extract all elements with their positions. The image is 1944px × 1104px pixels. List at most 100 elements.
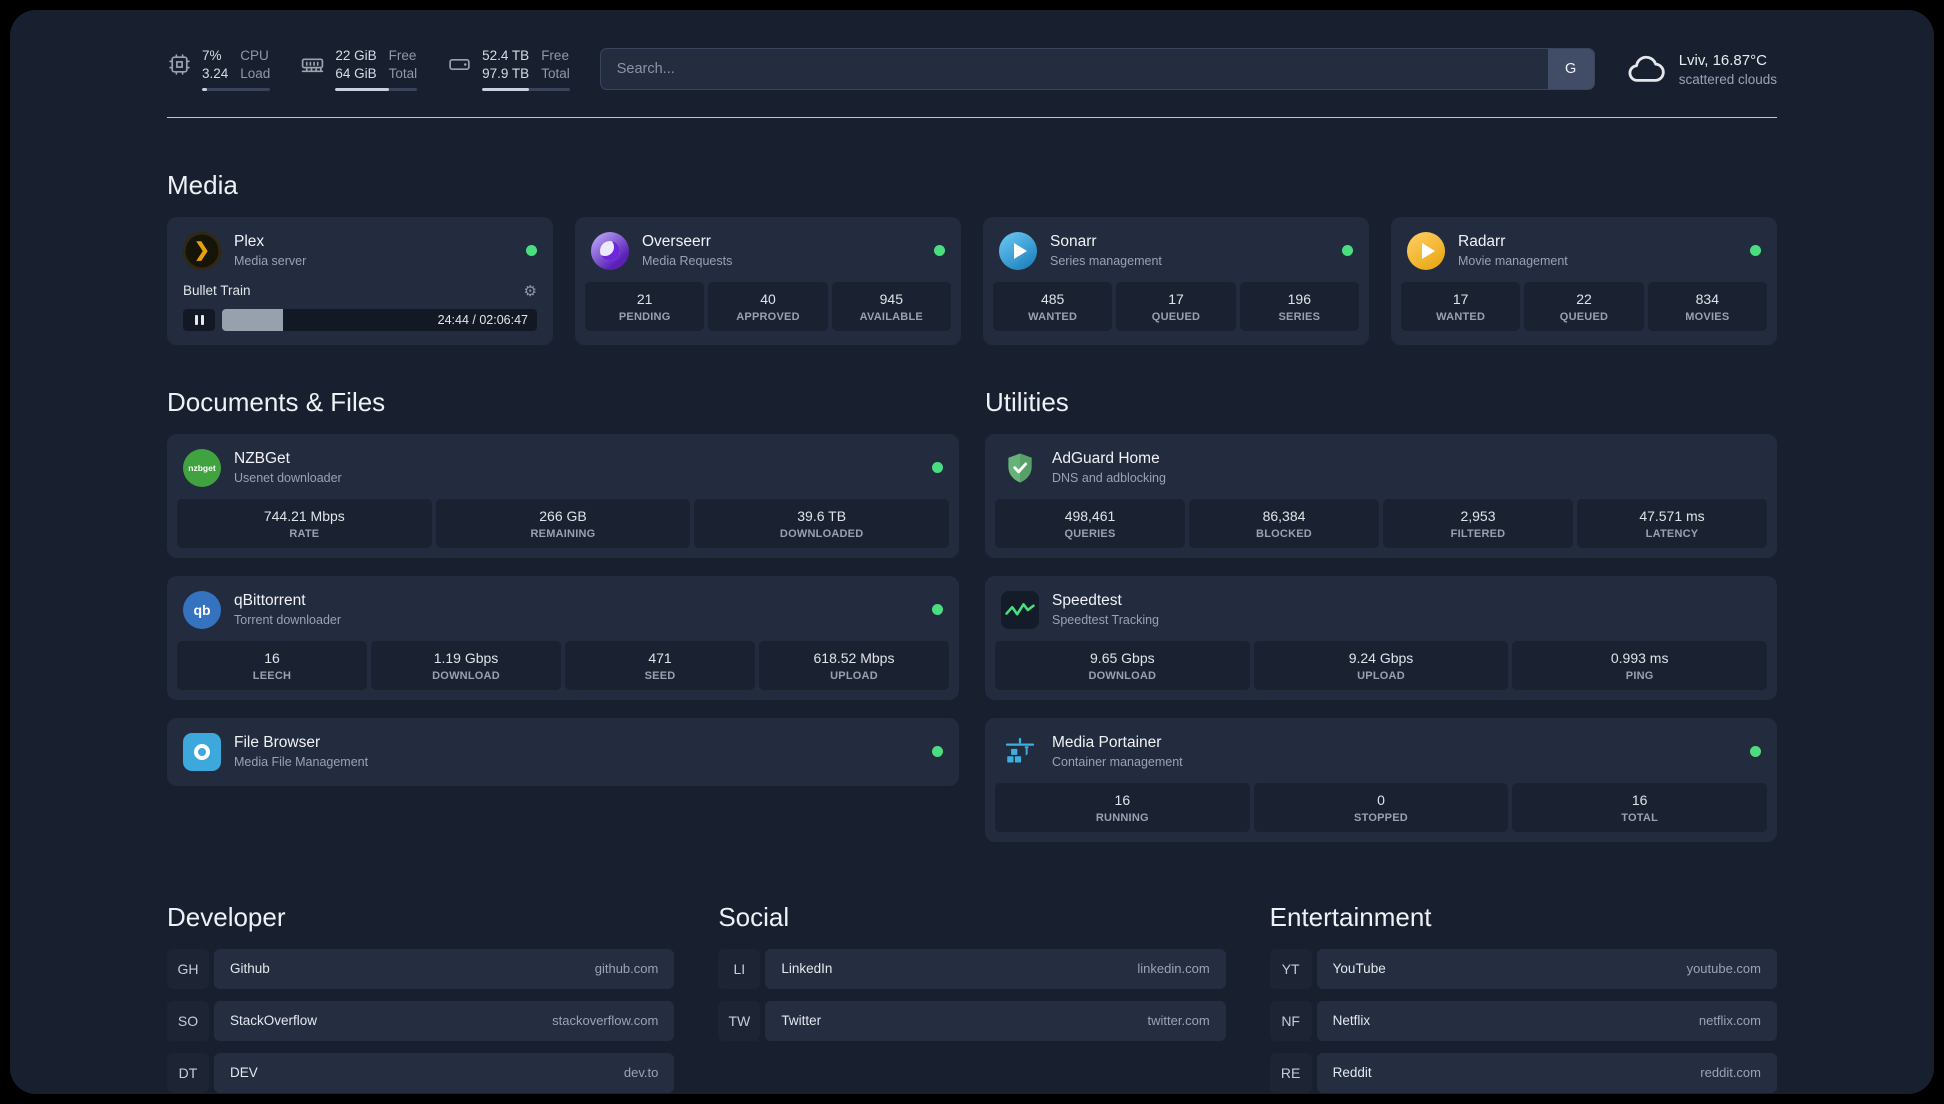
bookmark-abbr: SO [167, 1000, 209, 1041]
status-dot [1750, 746, 1761, 758]
stat-seed: 471 SEED [565, 640, 755, 690]
stat-download: 1.19 Gbps DOWNLOAD [371, 640, 561, 690]
bookmark-name: Reddit [1332, 1065, 1372, 1081]
service-name: qBittorrent [234, 592, 306, 610]
bookmark-url: stackoverflow.com [552, 1013, 659, 1029]
service-description: Media server [234, 254, 307, 269]
service-description: Speedtest Tracking [1052, 613, 1160, 628]
service-name: Speedtest [1052, 592, 1122, 610]
nzbget-icon: nzbget [183, 448, 221, 487]
memory-progress-bar [335, 87, 418, 91]
bookmark-abbr: GH [167, 948, 209, 989]
cloud-icon [1625, 48, 1667, 90]
disk-widget: 52.4 TB 97.9 TB Free Total [447, 48, 570, 91]
stat-movies: 834 MOVIES [1647, 281, 1767, 331]
status-dot [932, 462, 943, 474]
service-card-portainer[interactable]: Media Portainer Container management 16 R… [985, 717, 1777, 842]
playback-time: 24:44 / 02:06:47 [437, 312, 528, 327]
stat-downloaded: 39.6 TB DOWNLOADED [694, 498, 949, 548]
bookmark-dev[interactable]: DT DEV dev.to [167, 1052, 675, 1093]
section-title-entertainment: Entertainment [1269, 901, 1432, 932]
service-card-overseerr[interactable]: Overseerr Media Requests 21 PENDING 40 APP… [575, 216, 961, 345]
service-name: AdGuard Home [1052, 450, 1160, 468]
bookmark-stackoverflow[interactable]: SO StackOverflow stackoverflow.com [167, 1000, 675, 1041]
service-name: File Browser [234, 734, 321, 752]
memory-total-label: Total [388, 65, 418, 81]
service-card-radarr[interactable]: Radarr Movie management 17 WANTED 22 QUEUE… [1391, 216, 1777, 345]
speedtest-icon [1001, 590, 1039, 629]
now-playing-title: Bullet Train [183, 283, 251, 299]
disk-free-value: 52.4 TB [482, 48, 530, 63]
bookmark-name: LinkedIn [781, 961, 833, 977]
service-card-plex[interactable]: ❯ Plex Media server Bullet Train ⚙ 24:44… [167, 216, 553, 345]
dashboard-page: 7% 3.24 CPU Load 22 GiB 64 GiB Free Tota… [10, 10, 1934, 1094]
cpu-icon [167, 48, 192, 77]
service-stats: 485 WANTED 17 QUEUED 196 SERIES [993, 281, 1359, 331]
service-description: DNS and adblocking [1052, 471, 1166, 486]
stat-available: 945 AVAILABLE [831, 281, 951, 331]
filebrowser-icon [183, 732, 221, 771]
status-dot [1750, 245, 1761, 257]
service-card-speedtest[interactable]: Speedtest Speedtest Tracking 9.65 Gbps DO… [985, 575, 1777, 700]
stat-upload: 618.52 Mbps UPLOAD [759, 640, 949, 690]
service-description: Usenet downloader [234, 471, 342, 486]
service-card-sonarr[interactable]: Sonarr Series management 485 WANTED 17 QUE… [983, 216, 1369, 345]
search-bar: G [599, 48, 1595, 91]
bookmarks-section: Developer GH Github github.com SO StackOv… [167, 902, 1777, 1094]
bookmark-abbr: NF [1269, 1000, 1312, 1041]
disk-progress-bar [482, 87, 570, 91]
bookmark-url: github.com [594, 961, 659, 977]
bookmark-group-entertainment: Entertainment YT YouTube youtube.com NF N… [1269, 901, 1777, 1094]
service-stats: 498,461 QUERIES 86,384 BLOCKED 2,953 FILTER… [995, 498, 1767, 548]
status-dot [932, 604, 943, 616]
service-description: Series management [1050, 254, 1162, 269]
weather-condition: scattered clouds [1678, 71, 1777, 87]
bookmark-url: reddit.com [1700, 1065, 1761, 1081]
topbar-divider [167, 116, 1777, 118]
service-name: Sonarr [1050, 233, 1097, 251]
bookmark-netflix[interactable]: NF Netflix netflix.com [1269, 1000, 1777, 1041]
search-provider-button[interactable]: G [1547, 49, 1594, 90]
memory-widget: 22 GiB 64 GiB Free Total [300, 48, 418, 91]
bookmark-reddit[interactable]: RE Reddit reddit.com [1269, 1052, 1777, 1093]
bookmark-name: DEV [230, 1065, 258, 1081]
service-card-adguard[interactable]: AdGuard Home DNS and adblocking 498,461 Q… [985, 433, 1777, 558]
bookmark-linkedin[interactable]: LI LinkedIn linkedin.com [718, 948, 1226, 989]
section-title-documents: Documents & Files [167, 386, 386, 417]
playback-progress-fill [222, 308, 284, 331]
bookmark-twitter[interactable]: TW Twitter twitter.com [718, 1000, 1226, 1041]
service-stats: 16 RUNNING 0 STOPPED 16 TOTAL [995, 782, 1767, 832]
service-description: Media File Management [234, 755, 369, 770]
service-name: Overseerr [642, 233, 711, 251]
documents-column: Documents & Files nzbget NZBGet Usenet d… [167, 387, 959, 842]
status-dot [526, 245, 537, 257]
bookmark-name: Twitter [781, 1013, 822, 1029]
service-card-qbittorrent[interactable]: qb qBittorrent Torrent downloader 16 LEEC… [167, 575, 959, 700]
service-description: Movie management [1458, 254, 1568, 269]
stat-running: 16 RUNNING [995, 782, 1250, 832]
pause-button[interactable] [183, 308, 215, 331]
weather-widget[interactable]: Lviv, 16.87°C scattered clouds [1625, 48, 1777, 90]
disk-total-value: 97.9 TB [482, 65, 530, 81]
cpu-label: CPU [240, 48, 269, 63]
service-card-filebrowser[interactable]: File Browser Media File Management [167, 717, 959, 786]
stat-wanted: 485 WANTED [993, 281, 1113, 331]
bookmark-abbr: TW [718, 1000, 761, 1041]
service-stats: 9.65 Gbps DOWNLOAD 9.24 Gbps UPLOAD 0.993 … [995, 640, 1767, 690]
stat-queued: 22 QUEUED [1524, 281, 1644, 331]
disk-total-label: Total [541, 65, 570, 81]
playback-progress-bar[interactable]: 24:44 / 02:06:47 [222, 308, 537, 331]
bookmark-url: youtube.com [1686, 961, 1761, 977]
adguard-icon [1001, 449, 1039, 487]
service-card-nzbget[interactable]: nzbget NZBGet Usenet downloader 744.21 M… [167, 433, 959, 558]
portainer-icon [1001, 733, 1039, 771]
bookmark-youtube[interactable]: YT YouTube youtube.com [1269, 948, 1777, 989]
search-input[interactable] [600, 49, 1548, 90]
utilities-column: Utilities AdGuard Home DNS and adblockin… [985, 387, 1777, 842]
gear-icon[interactable]: ⚙ [524, 282, 537, 300]
bookmark-github[interactable]: GH Github github.com [167, 948, 675, 989]
stat-queued: 17 QUEUED [1116, 281, 1236, 331]
bookmark-url: dev.to [623, 1065, 659, 1081]
bookmark-url: twitter.com [1147, 1013, 1210, 1029]
status-dot [1342, 245, 1353, 257]
